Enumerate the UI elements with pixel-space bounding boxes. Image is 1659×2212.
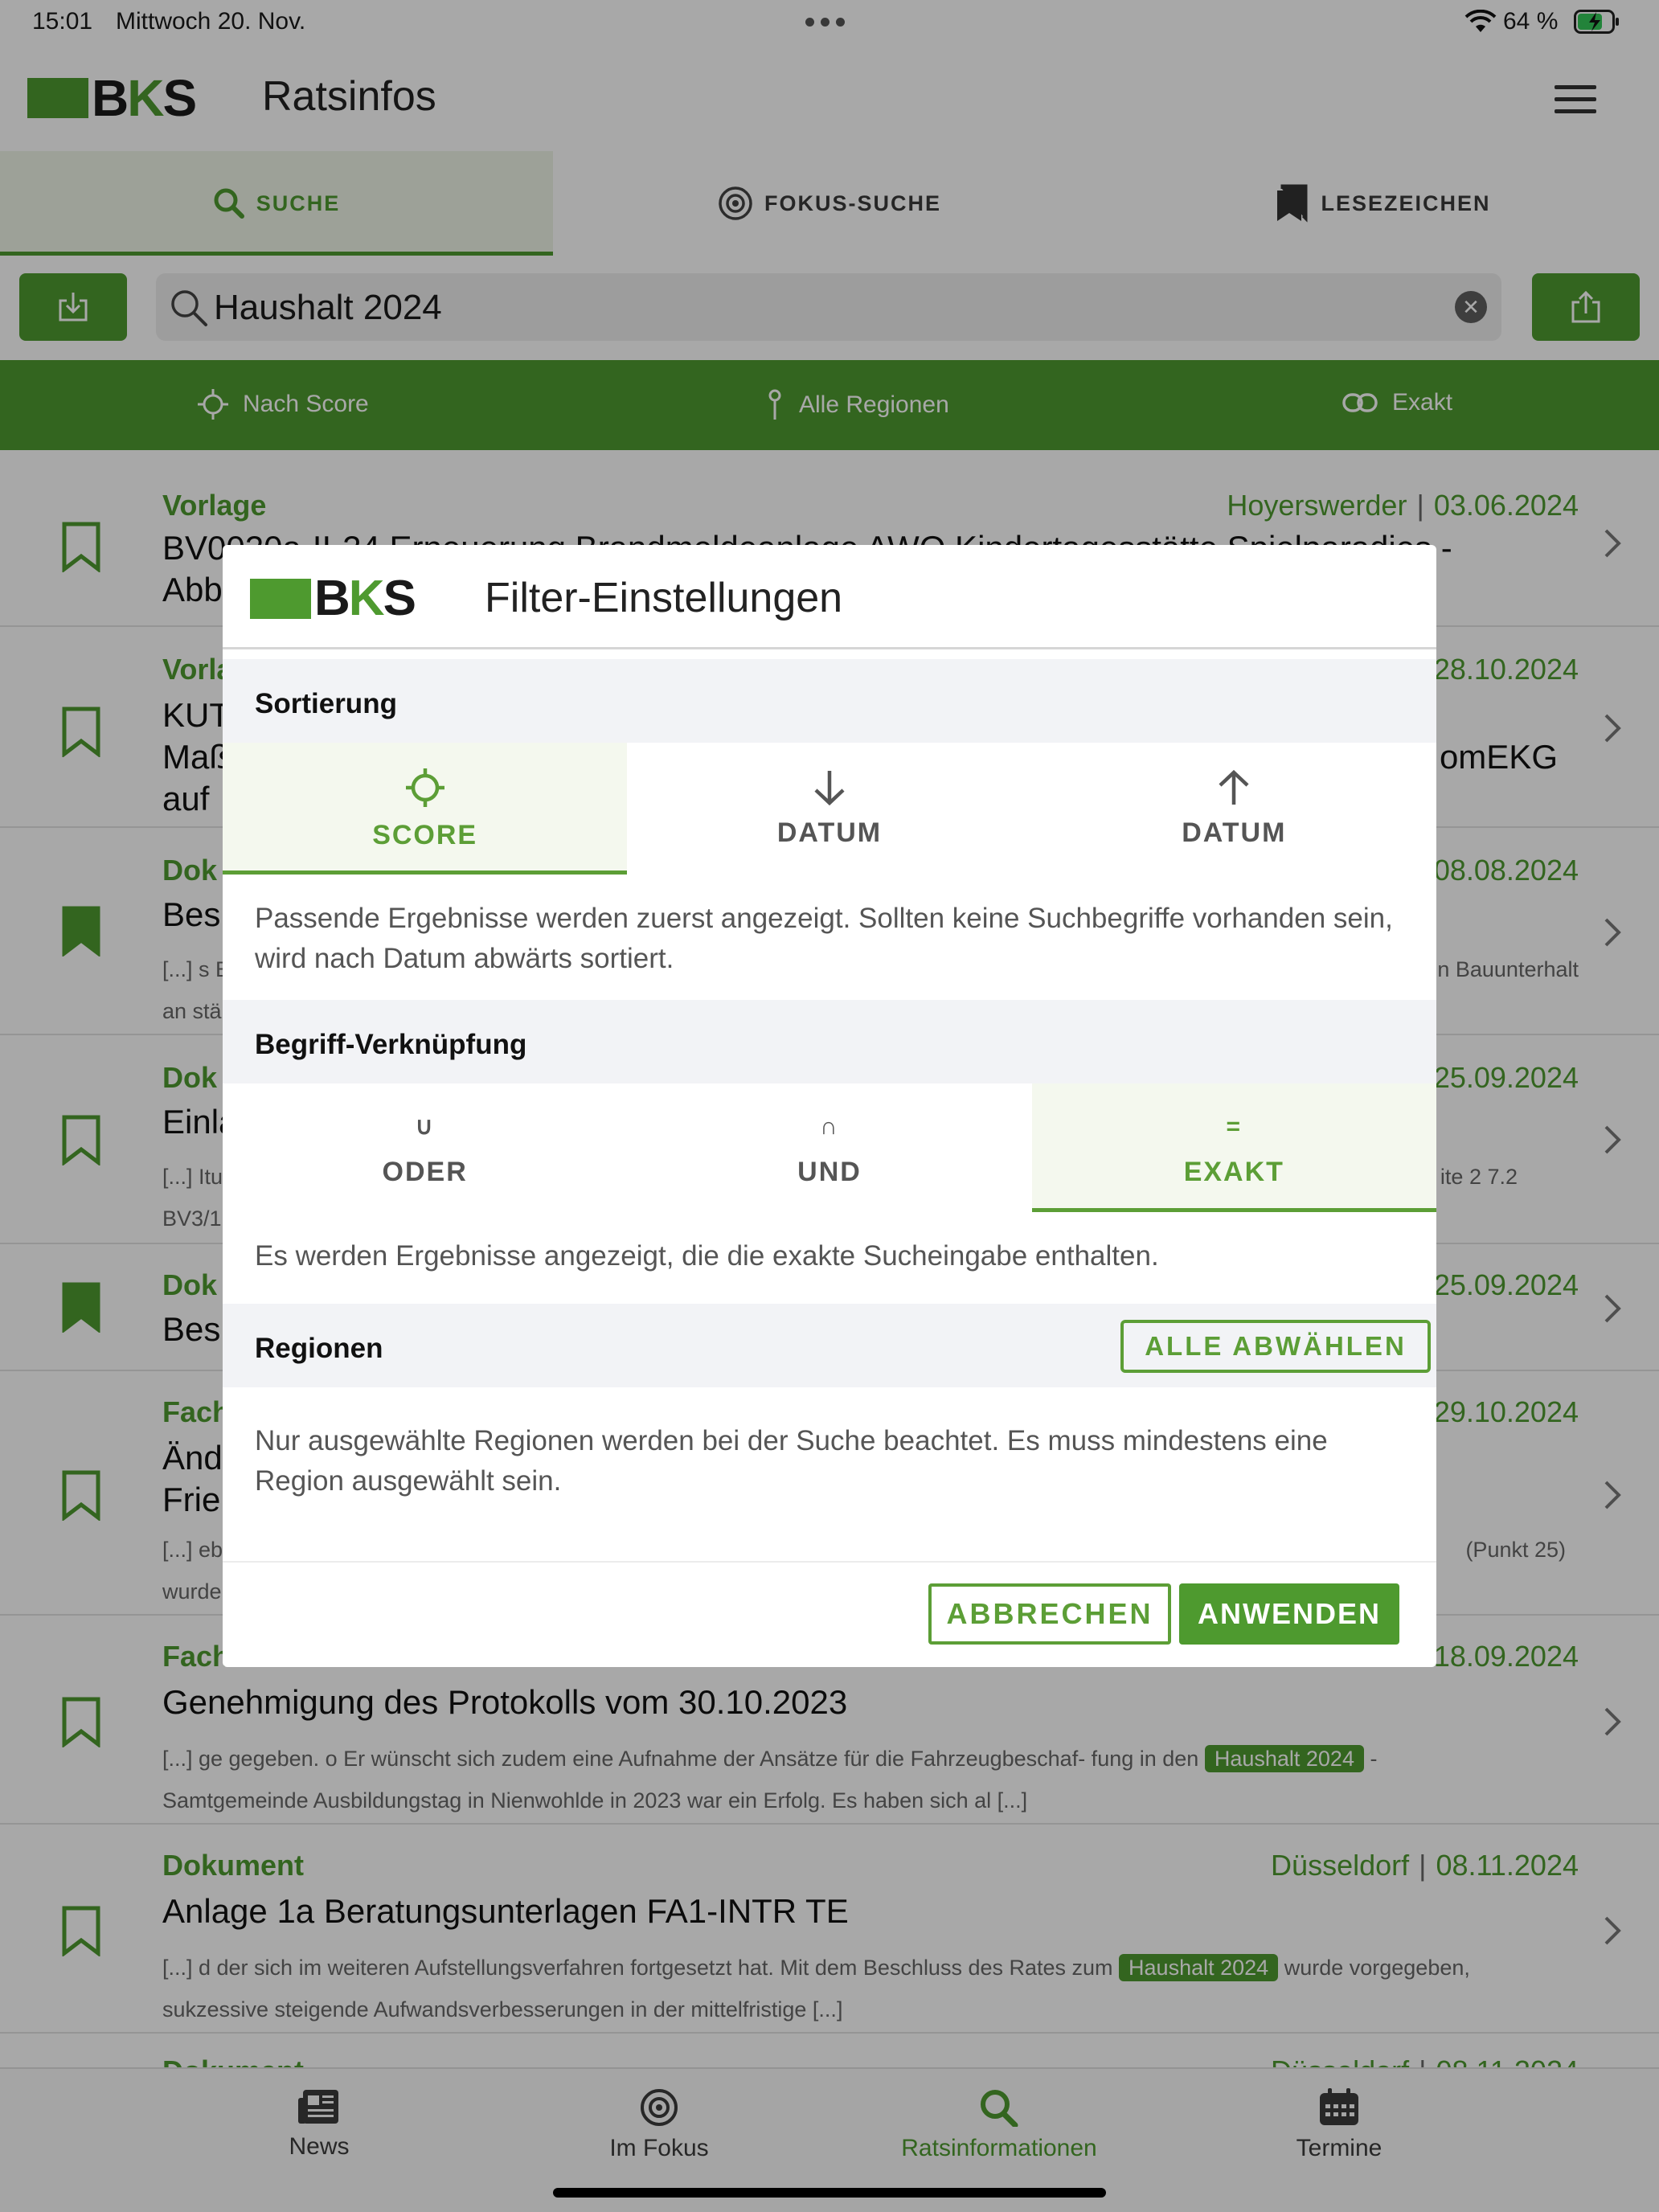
link-description: Es werden Ergebnisse angezeigt, die die …	[255, 1240, 1159, 1272]
section-header-sort: Sortierung	[223, 659, 1436, 743]
dialog-title: Filter-Einstellungen	[485, 575, 843, 621]
apply-button[interactable]: ANWENDEN	[1179, 1583, 1399, 1645]
sort-option-date-asc[interactable]: DATUM	[1032, 743, 1436, 875]
arrow-down-icon	[811, 769, 848, 806]
link-option-exakt[interactable]: = EXAKT	[1031, 1083, 1436, 1212]
dialog-header: BKS Filter-Einstellungen	[223, 545, 1436, 649]
regions-description: Nur ausgewählte Regionen werden bei der …	[255, 1425, 1328, 1497]
dialog-footer: ABBRECHEN ANWENDEN	[223, 1561, 1436, 1667]
sort-option-date-desc[interactable]: DATUM	[627, 743, 1031, 875]
link-segmented-control: ∪ ODER ∩ UND = EXAKT	[223, 1083, 1436, 1212]
deselect-all-button[interactable]: ALLE ABWÄHLEN	[1120, 1320, 1431, 1373]
filter-settings-dialog: BKS Filter-Einstellungen Sortierung SCOR…	[223, 545, 1436, 1667]
sort-description: Passende Ergebnisse werden zuerst angeze…	[255, 903, 1393, 974]
sort-option-score[interactable]: SCORE	[223, 743, 628, 875]
cancel-button[interactable]: ABBRECHEN	[928, 1583, 1171, 1645]
section-header-link: Begriff-Verknüpfung	[223, 1000, 1436, 1083]
equals-icon: =	[1226, 1112, 1243, 1140]
bks-logo: BKS	[250, 574, 416, 624]
sort-segmented-control: SCORE DATUM DATUM	[223, 743, 1436, 875]
union-icon: ∪	[415, 1112, 435, 1140]
link-option-und[interactable]: ∩ UND	[627, 1083, 1031, 1212]
intersection-icon: ∩	[820, 1112, 839, 1140]
crosshair-icon	[404, 767, 446, 809]
link-option-oder[interactable]: ∪ ODER	[223, 1083, 627, 1212]
arrow-up-icon	[1215, 769, 1252, 806]
